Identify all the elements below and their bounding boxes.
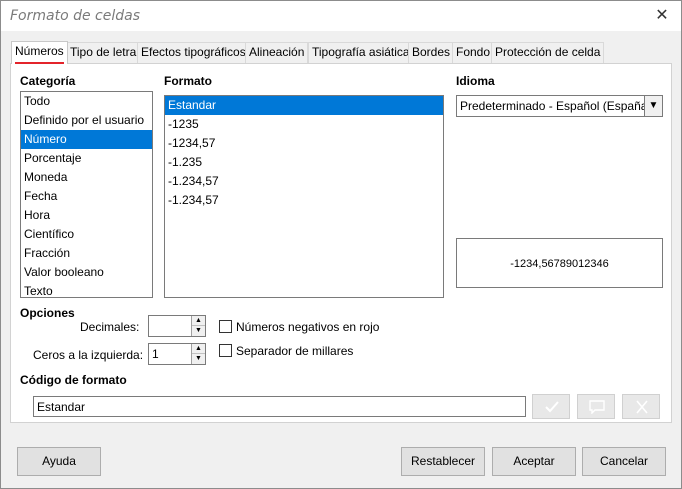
tab-proteccion-de-celda[interactable]: Protección de celda: [491, 42, 605, 63]
idioma-select[interactable]: Predeterminado - Español (España) ▼: [456, 95, 663, 117]
list-item[interactable]: Todo: [21, 92, 152, 111]
list-item[interactable]: Valor booleano: [21, 263, 152, 282]
ayuda-button[interactable]: Ayuda: [17, 447, 101, 476]
idioma-label: Idioma: [456, 74, 495, 88]
spin-down-icon[interactable]: ▼: [192, 326, 205, 336]
separador-millares-label[interactable]: Separador de millares: [236, 344, 353, 358]
title-bar: Formato de celdas ✕: [1, 1, 681, 31]
ceros-label: Ceros a la izquierda:: [33, 348, 144, 362]
active-tab-underline: [15, 62, 64, 64]
categoria-listbox[interactable]: Todo Definido por el usuario Número Porc…: [20, 91, 153, 298]
list-item[interactable]: -1.235: [165, 153, 443, 172]
tab-label: Tipo de letra: [70, 45, 137, 59]
format-preview: -1234,56789012346: [456, 238, 663, 288]
comment-icon: [589, 400, 605, 414]
close-icon[interactable]: ✕: [651, 6, 673, 26]
tab-tipografia-asiatica[interactable]: Tipografía asiática: [308, 42, 414, 63]
spin-down-icon[interactable]: ▼: [192, 354, 205, 364]
tab-label: Alineación: [249, 45, 305, 59]
ceros-value[interactable]: 1: [152, 347, 159, 361]
tab-label: Protección de celda: [495, 45, 601, 59]
tab-numeros[interactable]: Números: [11, 41, 68, 64]
codigo-formato-label: Código de formato: [20, 373, 127, 387]
formato-listbox[interactable]: Estandar -1235 -1234,57 -1.235 -1.234,57…: [164, 95, 444, 298]
decimales-spinner[interactable]: ▲ ▼: [148, 315, 206, 337]
ayuda-label: Ayuda: [42, 454, 76, 468]
add-comment-button[interactable]: [577, 394, 615, 419]
aceptar-button[interactable]: Aceptar: [492, 447, 576, 476]
list-item[interactable]: Fracción: [21, 244, 152, 263]
codigo-formato-input[interactable]: Estandar: [33, 396, 526, 417]
tab-label: Números: [15, 44, 64, 58]
tab-fondo[interactable]: Fondo: [452, 42, 495, 63]
opciones-label: Opciones: [20, 306, 75, 320]
spinner-buttons: ▲ ▼: [191, 344, 205, 364]
spin-up-icon[interactable]: ▲: [192, 316, 205, 326]
tab-tipo-de-letra[interactable]: Tipo de letra: [66, 42, 141, 63]
aceptar-label: Aceptar: [513, 454, 555, 468]
accept-format-button[interactable]: [532, 394, 570, 419]
list-item[interactable]: Texto: [21, 282, 152, 297]
list-item[interactable]: -1234,57: [165, 134, 443, 153]
preview-value: -1234,56789012346: [510, 258, 609, 270]
codigo-formato-value[interactable]: Estandar: [37, 400, 85, 414]
checkmark-icon: [545, 401, 559, 413]
delete-icon: [636, 400, 648, 414]
spin-up-icon[interactable]: ▲: [192, 344, 205, 354]
tab-panel: Categoría Todo Definido por el usuario N…: [10, 63, 672, 423]
categoria-label: Categoría: [20, 74, 76, 88]
list-item[interactable]: Porcentaje: [21, 149, 152, 168]
list-item[interactable]: Científico: [21, 225, 152, 244]
tab-label: Tipografía asiática: [312, 45, 410, 59]
list-item[interactable]: -1.234,57: [165, 191, 443, 210]
tab-label: Fondo: [456, 45, 491, 59]
list-item[interactable]: Número: [21, 130, 152, 149]
cancelar-button[interactable]: Cancelar: [582, 447, 666, 476]
list-item[interactable]: -1235: [165, 115, 443, 134]
cancelar-label: Cancelar: [599, 454, 649, 468]
tab-alineacion[interactable]: Alineación: [245, 42, 309, 63]
tab-efectos-tipograficos[interactable]: Efectos tipográficos: [137, 42, 250, 63]
list-item[interactable]: Definido por el usuario: [21, 111, 152, 130]
spinner-buttons: ▲ ▼: [191, 316, 205, 336]
restablecer-label: Restablecer: [410, 454, 476, 468]
formato-label: Formato: [164, 74, 212, 88]
list-item[interactable]: Fecha: [21, 187, 152, 206]
list-item[interactable]: -1.234,57: [165, 172, 443, 191]
idioma-value: Predeterminado - Español (España): [460, 99, 652, 113]
negativos-rojo-checkbox[interactable]: [219, 320, 232, 333]
window-title: Formato de celdas: [10, 8, 141, 24]
decimales-label: Decimales:: [80, 320, 140, 334]
list-item[interactable]: Estandar: [165, 96, 443, 115]
tab-label: Efectos tipográficos: [141, 45, 246, 59]
list-item[interactable]: Hora: [21, 206, 152, 225]
chevron-down-icon[interactable]: ▼: [644, 96, 662, 116]
negativos-rojo-label[interactable]: Números negativos en rojo: [236, 320, 379, 334]
tab-bordes[interactable]: Bordes: [408, 42, 455, 63]
separador-millares-checkbox[interactable]: [219, 344, 232, 357]
format-cells-dialog: Formato de celdas ✕ Números Tipo de letr…: [0, 0, 682, 489]
list-item[interactable]: Moneda: [21, 168, 152, 187]
tab-label: Bordes: [412, 45, 451, 59]
restablecer-button[interactable]: Restablecer: [401, 447, 485, 476]
delete-format-button[interactable]: [622, 394, 660, 419]
ceros-spinner[interactable]: 1 ▲ ▼: [148, 343, 206, 365]
